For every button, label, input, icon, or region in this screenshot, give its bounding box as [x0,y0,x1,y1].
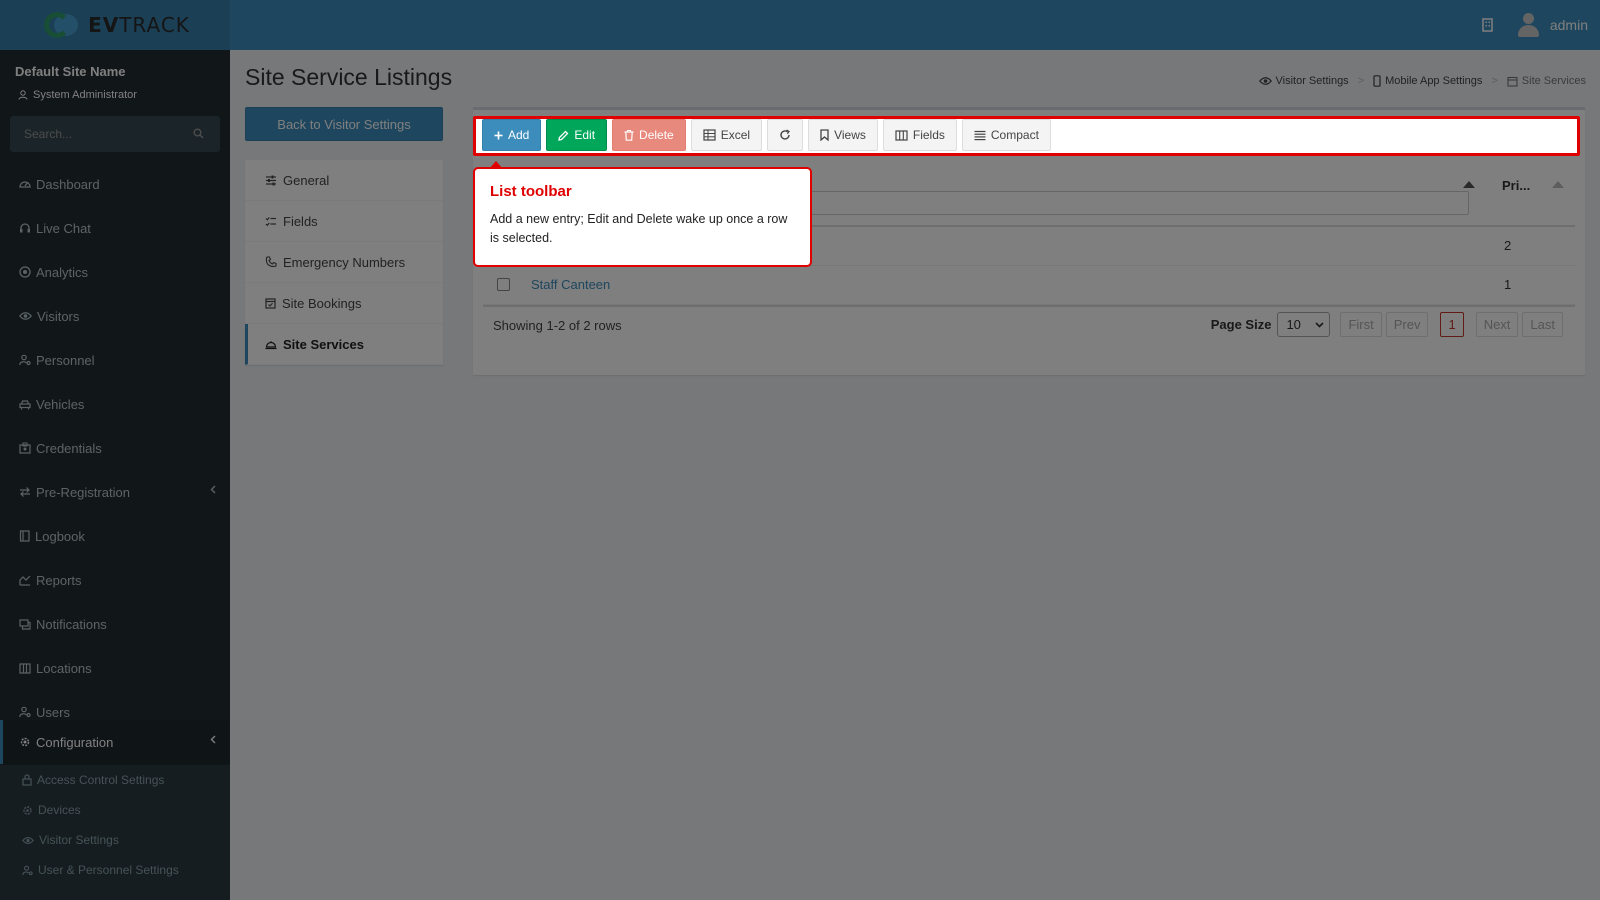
plus-icon [494,131,503,140]
list-icon [974,130,986,141]
tooltip-arrow [489,161,503,169]
columns-icon [895,129,908,141]
refresh-button[interactable] [767,119,804,151]
edit-button[interactable]: Edit [546,119,608,151]
trash-icon [624,129,634,141]
add-button[interactable]: Add [482,119,542,151]
list-toolbar: Add Edit Delete Excel Views Fields Compa… [482,119,1051,151]
spreadsheet-icon [703,129,716,141]
views-button[interactable]: Views [808,119,878,151]
tour-tooltip: List toolbar Add a new entry; Edit and D… [473,161,812,267]
refresh-icon [779,129,791,141]
excel-button[interactable]: Excel [690,119,763,151]
tooltip-body: Add a new entry; Edit and Delete wake up… [490,212,788,245]
delete-button[interactable]: Delete [612,119,686,151]
bookmark-icon [820,129,829,141]
tooltip-title: List toolbar [490,183,572,200]
fields-button[interactable]: Fields [882,119,957,151]
pencil-icon [558,130,569,141]
compact-button[interactable]: Compact [961,119,1051,151]
